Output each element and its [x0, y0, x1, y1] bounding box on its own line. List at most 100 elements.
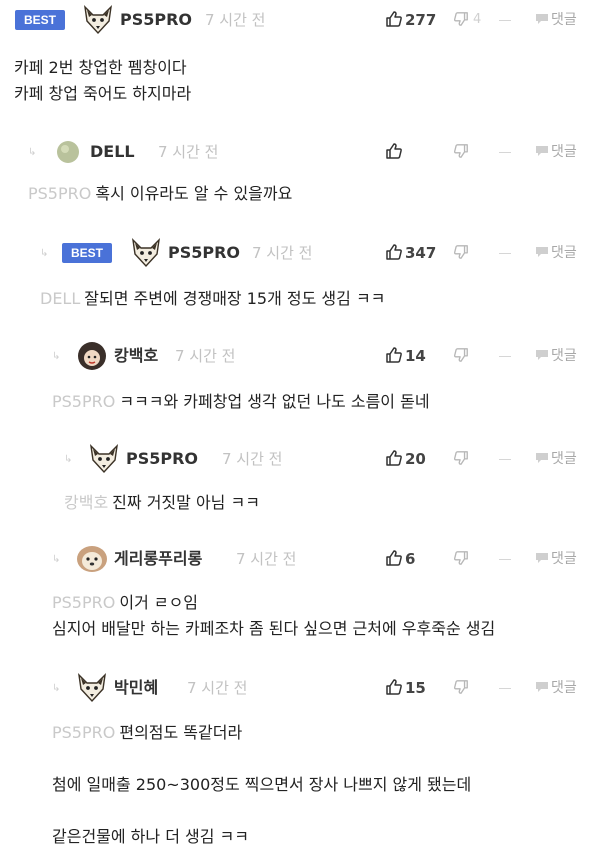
- timestamp: 7 시간 전: [205, 11, 266, 29]
- comment-line: 카페 2번 창업한 펨창이다: [14, 58, 187, 77]
- thumbs-up-icon[interactable]: [385, 549, 403, 567]
- author-name[interactable]: PS5PRO: [168, 243, 240, 263]
- comment-line: 같은건물에 하나 더 생김 ㅋㅋ: [52, 827, 249, 846]
- thumbs-up-icon[interactable]: [385, 142, 403, 160]
- author-name[interactable]: PS5PRO: [120, 10, 192, 30]
- dislike-count: 4: [473, 12, 482, 27]
- comment-line: ㅋㅋㅋ와 카페창업 생각 없던 나도 소름이 돋네: [119, 392, 430, 411]
- divider: [499, 20, 511, 21]
- thumbs-down-icon[interactable]: [453, 347, 469, 363]
- fox-avatar-icon[interactable]: [130, 238, 162, 268]
- thumbs-down-icon[interactable]: [453, 143, 469, 159]
- divider: [499, 253, 511, 254]
- reply-arrow-icon: ↳: [52, 351, 61, 362]
- comment-body: 캉백호 진짜 거짓말 아님 ㅋㅋ: [64, 490, 260, 516]
- thumbs-up-icon[interactable]: [385, 678, 403, 696]
- like-count: 14: [405, 347, 426, 365]
- timestamp: 7 시간 전: [222, 450, 283, 468]
- mention-tag[interactable]: PS5PRO: [52, 392, 115, 411]
- mention-tag[interactable]: DELL: [40, 289, 80, 308]
- ball-avatar-icon[interactable]: [52, 137, 84, 167]
- mention-tag[interactable]: 캉백호: [64, 493, 108, 512]
- fox-avatar-icon[interactable]: [88, 444, 120, 474]
- comment-bubble-icon[interactable]: [535, 349, 549, 361]
- divider: [499, 688, 511, 689]
- timestamp: 7 시간 전: [236, 550, 297, 568]
- thumbs-up-icon[interactable]: [385, 243, 403, 261]
- hood-avatar-icon[interactable]: [76, 341, 108, 371]
- comment-line: 혹시 이유라도 알 수 있을까요: [95, 184, 293, 203]
- comment-actions: 20 댓글: [385, 444, 590, 474]
- divider: [499, 459, 511, 460]
- comment-header: ↳ 박민혜 7 시간 전 15 댓글: [0, 673, 600, 703]
- comment-actions: 277 4 댓글: [385, 5, 590, 35]
- comment-actions: 15 댓글: [385, 673, 590, 703]
- thumbs-down-icon[interactable]: [453, 244, 469, 260]
- reply-button[interactable]: 댓글: [551, 243, 577, 263]
- mention-tag[interactable]: PS5PRO: [52, 723, 115, 742]
- reply-button[interactable]: 댓글: [551, 449, 577, 469]
- mention-tag[interactable]: PS5PRO: [52, 593, 115, 612]
- comment-line: 첨에 일매출 250~300정도 찍으면서 장사 나쁘지 않게 됐는데: [52, 775, 472, 794]
- comment-actions: 6 댓글: [385, 544, 590, 574]
- comment-actions: 347 댓글: [385, 238, 590, 268]
- like-count: 347: [405, 244, 437, 262]
- thumbs-up-icon[interactable]: [385, 346, 403, 364]
- comment-line: 잘되면 주변에 경쟁매장 15개 정도 생김 ㅋㅋ: [84, 289, 386, 308]
- comment-header: ↳ BEST PS5PRO 7 시간 전 347 댓글: [0, 238, 600, 268]
- comment-line: 편의점도 똑같더라: [119, 723, 243, 742]
- author-name[interactable]: 게리롱푸리롱: [114, 549, 202, 569]
- reply-button[interactable]: 댓글: [551, 142, 577, 162]
- author-name[interactable]: 박민혜: [114, 678, 158, 698]
- comment-bubble-icon[interactable]: [535, 552, 549, 564]
- comment-body: 카페 2번 창업한 펨창이다 카페 창업 죽어도 하지마라: [14, 55, 191, 107]
- comment-header: ↳ 캉백호 7 시간 전 14 댓글: [0, 341, 600, 371]
- like-count: 6: [405, 550, 416, 568]
- comment-bubble-icon[interactable]: [535, 452, 549, 464]
- timestamp: 7 시간 전: [175, 347, 236, 365]
- thumbs-up-icon[interactable]: [385, 449, 403, 467]
- reply-arrow-icon: ↳: [64, 454, 73, 465]
- divider: [499, 152, 511, 153]
- reply-arrow-icon: ↳: [40, 248, 49, 259]
- author-name[interactable]: 캉백호: [114, 346, 158, 366]
- comment-actions: 14 댓글: [385, 341, 590, 371]
- comment-line: 진짜 거짓말 아님 ㅋㅋ: [112, 493, 260, 512]
- comment-header: ↳ PS5PRO 7 시간 전 20 댓글: [0, 444, 600, 474]
- comment-line: 심지어 배달만 하는 카페조차 좀 된다 싶으면 근처에 우후죽순 생김: [52, 619, 496, 638]
- comment-bubble-icon[interactable]: [535, 145, 549, 157]
- divider: [499, 559, 511, 560]
- reply-button[interactable]: 댓글: [551, 346, 577, 366]
- comment-bubble-icon[interactable]: [535, 681, 549, 693]
- comment-body: DELL 잘되면 주변에 경쟁매장 15개 정도 생김 ㅋㅋ: [40, 286, 385, 312]
- reply-button[interactable]: 댓글: [551, 10, 577, 30]
- thumbs-down-icon[interactable]: [453, 450, 469, 466]
- thumbs-up-icon[interactable]: [385, 10, 403, 28]
- comment-body: PS5PRO 혹시 이유라도 알 수 있을까요: [28, 181, 292, 207]
- like-count: 20: [405, 450, 426, 468]
- reply-arrow-icon: ↳: [52, 683, 61, 694]
- reply-arrow-icon: ↳: [52, 554, 61, 565]
- timestamp: 7 시간 전: [187, 679, 248, 697]
- reply-button[interactable]: 댓글: [551, 549, 577, 569]
- fox-avatar-icon[interactable]: [76, 673, 108, 703]
- reply-button[interactable]: 댓글: [551, 678, 577, 698]
- author-name[interactable]: DELL: [90, 142, 135, 162]
- author-name[interactable]: PS5PRO: [126, 449, 198, 469]
- thumbs-down-icon[interactable]: [453, 11, 469, 27]
- mention-tag[interactable]: PS5PRO: [28, 184, 91, 203]
- best-badge: BEST: [15, 10, 65, 30]
- timestamp: 7 시간 전: [252, 244, 313, 262]
- comment-header: ↳ 게리롱푸리롱 7 시간 전 6 댓글: [0, 544, 600, 574]
- fox-avatar-icon[interactable]: [82, 5, 114, 35]
- comment-bubble-icon[interactable]: [535, 246, 549, 258]
- like-count: 277: [405, 11, 437, 29]
- thumbs-down-icon[interactable]: [453, 679, 469, 695]
- comment-actions: 댓글: [385, 137, 590, 167]
- thumbs-down-icon[interactable]: [453, 550, 469, 566]
- like-count: 15: [405, 679, 426, 697]
- pup-avatar-icon[interactable]: [76, 544, 108, 574]
- best-badge: BEST: [62, 243, 112, 263]
- comment-bubble-icon[interactable]: [535, 13, 549, 25]
- reply-arrow-icon: ↳: [28, 147, 37, 158]
